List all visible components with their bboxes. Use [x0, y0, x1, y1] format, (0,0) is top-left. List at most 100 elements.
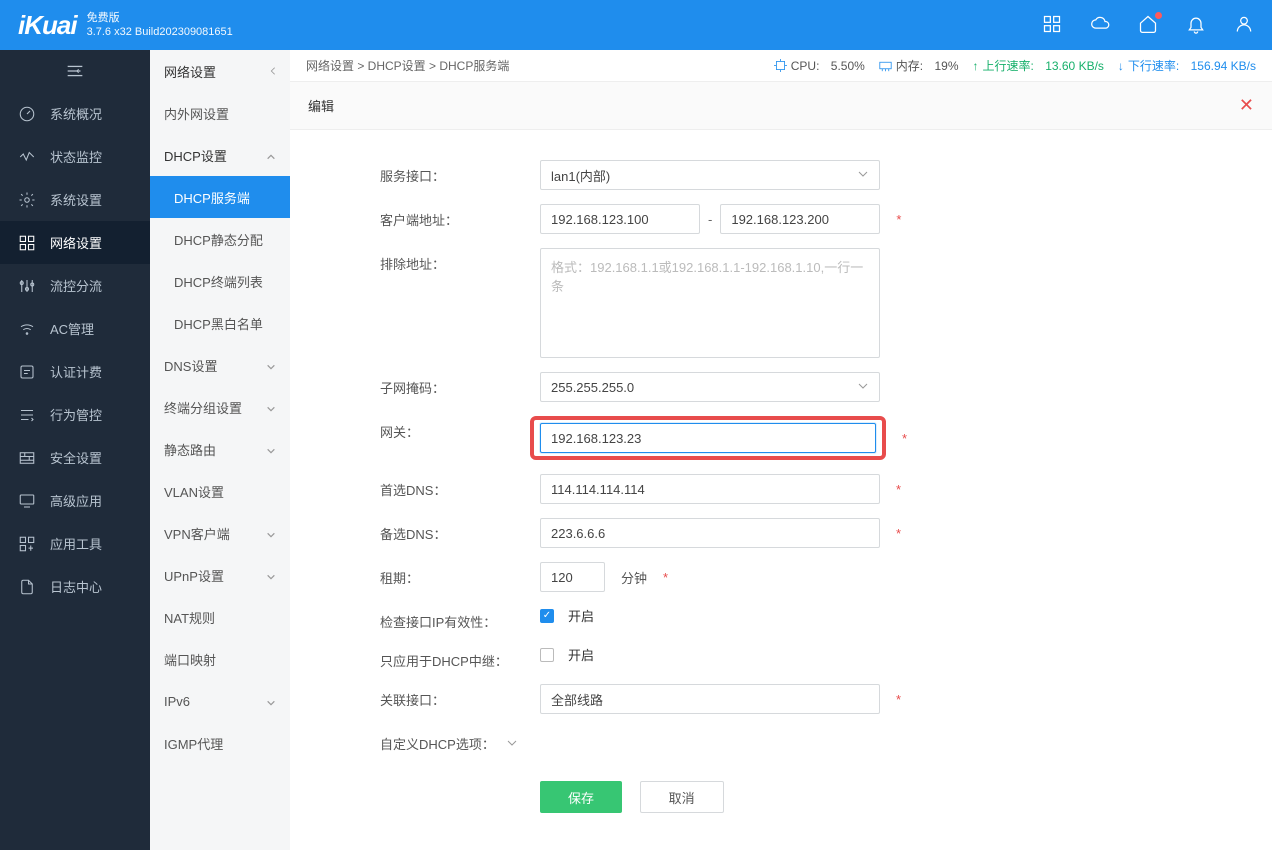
sidebar-item-wifi[interactable]: AC管理 [0, 307, 150, 350]
required-mark: * [896, 482, 901, 497]
label-lease: 租期： [380, 562, 540, 587]
user-icon[interactable] [1234, 14, 1254, 37]
chevron-down-icon[interactable] [506, 737, 518, 752]
chevron-down-icon [266, 402, 276, 417]
submenu-item[interactable]: NAT规则 [150, 596, 290, 638]
label-assoc-iface: 关联接口： [380, 684, 540, 709]
sidebar-item-apps[interactable]: 应用工具 [0, 522, 150, 565]
submenu-item[interactable]: 端口映射 [150, 638, 290, 680]
sidebar-item-auth[interactable]: 认证计费 [0, 350, 150, 393]
sidebar-item-log[interactable]: 日志中心 [0, 565, 150, 608]
label-check-ip: 检查接口IP有效性： [380, 606, 540, 631]
label-iface: 服务接口： [380, 160, 540, 185]
dns1-input[interactable] [540, 474, 880, 504]
chevron-down-icon [857, 168, 869, 183]
submenu-item[interactable]: VLAN设置 [150, 470, 290, 512]
sidebar-collapse-button[interactable] [0, 50, 150, 92]
client-start-input[interactable] [540, 204, 700, 234]
sidebar-item-behavior[interactable]: 行为管控 [0, 393, 150, 436]
gateway-input[interactable] [540, 423, 876, 453]
submenu-item[interactable]: DNS设置 [150, 344, 290, 386]
primary-sidebar: 系统概况状态监控系统设置网络设置流控分流AC管理认证计费行为管控安全设置高级应用… [0, 50, 150, 850]
header-icons [1042, 14, 1254, 37]
sidebar-item-gauge[interactable]: 系统概况 [0, 92, 150, 135]
required-mark: * [896, 526, 901, 541]
required-mark: * [663, 570, 668, 585]
label-client-addr: 客户端地址： [380, 204, 540, 229]
client-end-input[interactable] [720, 204, 880, 234]
relay-only-checkbox[interactable] [540, 648, 554, 662]
chevron-down-icon [266, 444, 276, 459]
netmask-select[interactable]: 255.255.255.0 [540, 372, 880, 402]
sidebar-item-wave[interactable]: 状态监控 [0, 135, 150, 178]
range-dash: - [708, 212, 712, 227]
cpu-stat: CPU: 5.50% [774, 59, 865, 73]
close-icon[interactable]: ✕ [1239, 95, 1254, 116]
cloud-icon[interactable] [1090, 14, 1110, 37]
cancel-button[interactable]: 取消 [640, 781, 724, 813]
submenu-item[interactable]: DHCP静态分配 [150, 218, 290, 260]
submenu-item[interactable]: DHCP服务端 [150, 176, 290, 218]
required-mark: * [896, 212, 901, 227]
form-area: 服务接口： lan1(内部) 客户端地址： - * 排除地 [290, 130, 1272, 850]
submenu-item[interactable]: 终端分组设置 [150, 386, 290, 428]
breadcrumb: 网络设置 > DHCP设置 > DHCP服务端 [306, 57, 509, 74]
label-netmask: 子网掩码： [380, 372, 540, 397]
upload-stat: ↑ 上行速率: 13.60 KB/s [973, 57, 1104, 74]
logo-text: iKuai [18, 10, 77, 41]
submenu-item[interactable]: IPv6 [150, 680, 290, 722]
exclude-textarea[interactable] [540, 248, 880, 358]
secondary-sidebar: 网络设置 内外网设置DHCP设置DHCP服务端DHCP静态分配DHCP终端列表D… [150, 50, 290, 850]
chevron-down-icon [266, 528, 276, 543]
panel-title: 编辑 [308, 96, 334, 115]
topbar: 网络设置 > DHCP设置 > DHCP服务端 CPU: 5.50% 内存: 1… [290, 50, 1272, 82]
sidebar-item-gear[interactable]: 系统设置 [0, 178, 150, 221]
required-mark: * [902, 431, 907, 446]
submenu-item[interactable]: VPN客户端 [150, 512, 290, 554]
dns2-input[interactable] [540, 518, 880, 548]
apps-icon[interactable] [1042, 14, 1062, 37]
download-stat: ↓ 下行速率: 156.94 KB/s [1118, 57, 1256, 74]
enable-text: 开启 [568, 606, 594, 625]
label-gateway: 网关： [380, 416, 540, 441]
label-dns2: 备选DNS： [380, 518, 540, 543]
chevron-down-icon [266, 360, 276, 375]
check-ip-checkbox[interactable] [540, 609, 554, 623]
assoc-iface-input[interactable] [540, 684, 880, 714]
stats-bar: CPU: 5.50% 内存: 19% ↑ 上行速率: 13.60 KB/s ↓ … [774, 57, 1256, 74]
secondary-title-text: 网络设置 [164, 62, 216, 81]
build-text: 3.7.6 x32 Build202309081651 [87, 25, 233, 39]
save-button[interactable]: 保存 [540, 781, 622, 813]
chevron-down-icon [266, 570, 276, 585]
mem-stat: 内存: 19% [879, 57, 959, 74]
submenu-item[interactable]: 内外网设置 [150, 92, 290, 134]
home-icon[interactable] [1138, 14, 1158, 37]
submenu-item[interactable]: DHCP黑白名单 [150, 302, 290, 344]
secondary-sidebar-title: 网络设置 [150, 50, 290, 92]
label-custom-opt: 自定义DHCP选项： [380, 728, 540, 753]
label-exclude: 排除地址： [380, 248, 540, 273]
panel-header: 编辑 ✕ [290, 82, 1272, 130]
submenu-item[interactable]: DHCP设置 [150, 134, 290, 176]
chevron-left-icon[interactable] [268, 64, 278, 74]
version-block: 免费版 3.7.6 x32 Build202309081651 [87, 11, 233, 40]
gateway-highlight [530, 416, 886, 460]
chevron-down-icon [266, 696, 276, 711]
button-row: 保存 取消 [540, 781, 1252, 813]
iface-select[interactable]: lan1(内部) [540, 160, 880, 190]
submenu-item[interactable]: IGMP代理 [150, 722, 290, 764]
top-header: iKuai 免费版 3.7.6 x32 Build202309081651 [0, 0, 1272, 50]
sidebar-item-net[interactable]: 网络设置 [0, 221, 150, 264]
sidebar-item-adv[interactable]: 高级应用 [0, 479, 150, 522]
sidebar-item-sliders[interactable]: 流控分流 [0, 264, 150, 307]
submenu-item[interactable]: 静态路由 [150, 428, 290, 470]
lease-input[interactable] [540, 562, 605, 592]
submenu-item[interactable]: DHCP终端列表 [150, 260, 290, 302]
lease-unit: 分钟 [621, 568, 647, 587]
sidebar-item-wall[interactable]: 安全设置 [0, 436, 150, 479]
bell-icon[interactable] [1186, 14, 1206, 37]
submenu-item[interactable]: UPnP设置 [150, 554, 290, 596]
label-dns1: 首选DNS： [380, 474, 540, 499]
label-relay-only: 只应用于DHCP中继： [380, 645, 540, 670]
required-mark: * [896, 692, 901, 707]
